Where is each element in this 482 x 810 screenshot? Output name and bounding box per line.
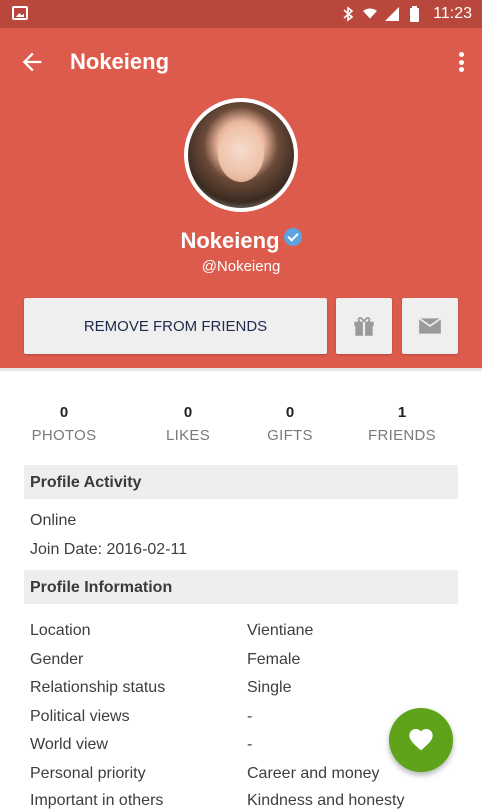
status-icons: 11:23 <box>341 0 472 28</box>
stat-value: 0 <box>285 404 295 421</box>
info-key-gender: Gender <box>30 651 84 668</box>
avatar-photo <box>188 102 294 208</box>
stat-label: PHOTOS <box>31 427 97 444</box>
stat-friends[interactable]: 1 FRIENDS <box>360 404 444 444</box>
message-button[interactable] <box>402 298 458 354</box>
stat-photos[interactable]: 0 PHOTOS <box>24 404 104 444</box>
profile-name-text: Nokeieng <box>180 228 280 253</box>
wifi-icon <box>363 7 378 21</box>
info-key-world-view: World view <box>30 736 108 753</box>
more-vert-icon <box>458 52 464 57</box>
page-title: Nokeieng <box>70 49 170 74</box>
info-value-relationship: Single <box>247 679 292 696</box>
battery-icon <box>407 6 421 22</box>
image-icon <box>12 6 28 20</box>
info-value-political-views: - <box>247 708 253 725</box>
info-key-location: Location <box>30 622 91 639</box>
info-key-personal-priority: Personal priority <box>30 765 146 782</box>
info-value-personal-priority: Career and money <box>247 765 380 782</box>
stat-gifts[interactable]: 0 GIFTS <box>254 404 326 444</box>
info-value-world-view: - <box>247 736 253 753</box>
stat-label: GIFTS <box>267 427 313 444</box>
bluetooth-icon <box>341 6 355 22</box>
status-time: 11:23 <box>433 5 472 22</box>
profile-handle: @Nokeieng <box>201 258 281 275</box>
stat-likes[interactable]: 0 LIKES <box>150 404 226 444</box>
info-value-important-in-others: Kindness and honesty <box>247 792 405 809</box>
info-value-gender: Female <box>247 651 301 668</box>
profile-header: Nokeieng @Nokeieng REMOVE FROM FRIENDS <box>0 96 482 368</box>
back-arrow-icon <box>22 52 42 72</box>
gift-button[interactable] <box>336 298 392 354</box>
info-key-political-views: Political views <box>30 708 130 725</box>
avatar[interactable] <box>184 98 298 212</box>
signal-icon <box>385 7 400 21</box>
status-bar: 11:23 <box>0 0 482 28</box>
heart-icon <box>409 729 433 751</box>
info-key-important-in-others: Important in others <box>30 792 164 809</box>
gift-icon <box>354 317 374 336</box>
online-status: Online <box>30 512 77 529</box>
back-button[interactable] <box>18 48 46 76</box>
mail-icon <box>418 317 442 334</box>
info-value-location: Vientiane <box>247 622 314 639</box>
stat-value: 0 <box>59 404 69 421</box>
profile-stats: 0 PHOTOS 0 LIKES 0 GIFTS 1 FRIENDS <box>24 404 458 450</box>
section-header-information: Profile Information <box>24 570 458 604</box>
join-date: Join Date: 2016-02-11 <box>30 541 188 558</box>
stat-label: FRIENDS <box>368 427 436 444</box>
profile-name: Nokeieng <box>0 228 482 254</box>
divider <box>0 368 482 371</box>
stat-value: 0 <box>183 404 193 421</box>
like-fab-button[interactable] <box>389 708 453 772</box>
info-key-relationship: Relationship status <box>30 679 166 696</box>
verified-icon <box>283 228 302 246</box>
more-options-button[interactable] <box>456 48 466 76</box>
remove-from-friends-button[interactable]: REMOVE FROM FRIENDS <box>24 298 327 354</box>
app-bar: Nokeieng <box>0 28 482 96</box>
stat-value: 1 <box>397 404 407 421</box>
stat-label: LIKES <box>165 427 211 444</box>
section-header-activity: Profile Activity <box>24 465 458 499</box>
